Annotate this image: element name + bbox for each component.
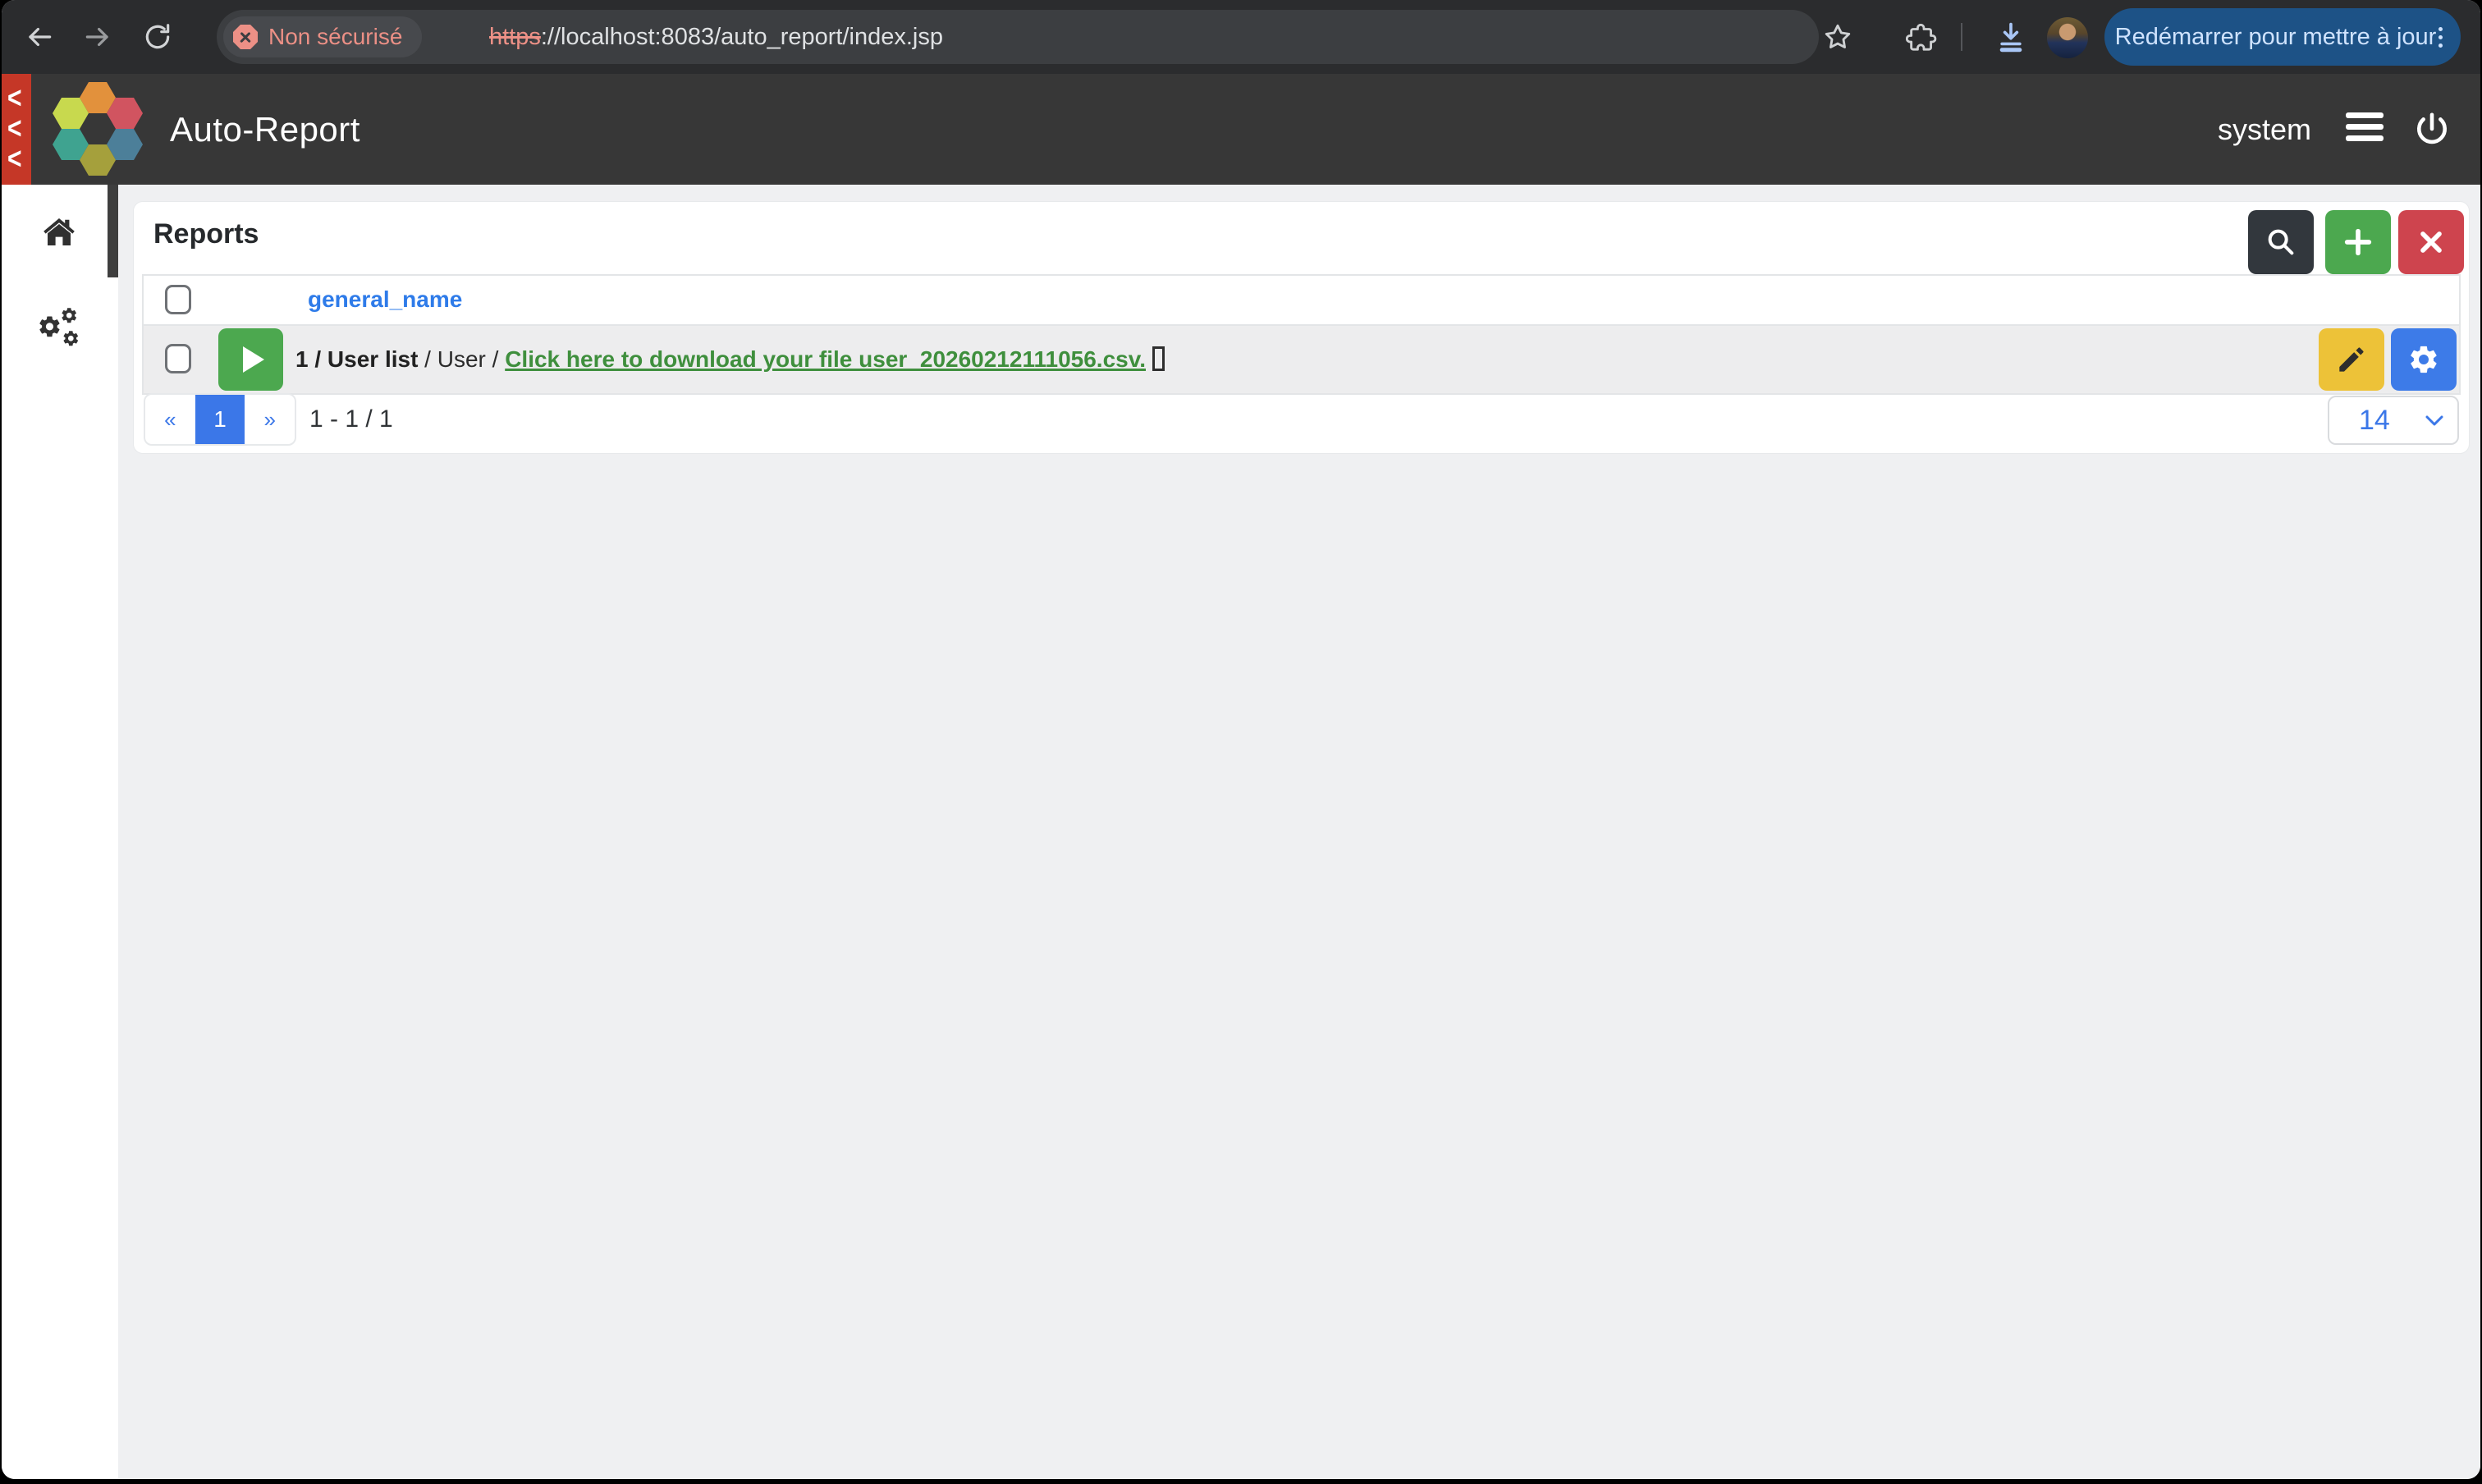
chevron-left-icon: < <box>7 80 22 115</box>
sidebar-item-settings-cogs[interactable] <box>36 306 82 349</box>
run-report-button[interactable] <box>218 328 283 391</box>
pencil-icon <box>2339 347 2364 372</box>
row-checkbox[interactable] <box>165 344 191 373</box>
extensions-puzzle-icon[interactable] <box>1906 21 1937 53</box>
chevron-left-icon: < <box>7 111 22 145</box>
downloads-icon[interactable] <box>1994 20 2028 54</box>
not-secure-icon <box>233 25 258 49</box>
gear-icon <box>2411 346 2437 373</box>
page-size-select[interactable]: 14 <box>2328 396 2459 445</box>
url-rest: ://localhost:8083/auto_report/index.jsp <box>540 24 943 50</box>
reload-icon[interactable] <box>142 21 173 53</box>
profile-avatar[interactable] <box>2047 17 2088 58</box>
play-icon <box>242 346 264 373</box>
url-text: https://localhost:8083/auto_report/index… <box>489 10 943 64</box>
url-scheme-strikethrough: https <box>489 24 541 50</box>
add-report-button[interactable] <box>2325 210 2391 274</box>
forward-icon[interactable] <box>82 21 113 53</box>
bookmark-star-icon[interactable] <box>1822 21 1853 53</box>
search-button[interactable] <box>2248 210 2314 274</box>
logged-in-user: system <box>2217 112 2311 146</box>
report-category: / User / <box>418 346 506 372</box>
app-title: Auto-Report <box>170 110 360 149</box>
toolbar-divider <box>1961 23 1962 51</box>
download-file-link[interactable]: Click here to download your file user_20… <box>505 346 1146 372</box>
relaunch-label: Redémarrer pour mettre à jour <box>2114 23 2437 50</box>
pagination-range-label: 1 - 1 / 1 <box>309 405 393 433</box>
browser-menu-kebab-icon[interactable] <box>2438 26 2443 48</box>
reports-panel: Reports general_name 1 / User list / Use… <box>133 201 2470 454</box>
page-title: Reports <box>153 218 259 250</box>
browser-toolbar: Non sécurisé https://localhost:8083/auto… <box>2 0 2480 74</box>
column-header-general-name[interactable]: general_name <box>308 276 462 323</box>
page-size-value: 14 <box>2359 405 2390 436</box>
address-bar[interactable]: Non sécurisé https://localhost:8083/auto… <box>217 10 1819 64</box>
edit-report-button[interactable] <box>2319 328 2384 391</box>
security-chip-label: Non sécurisé <box>268 24 403 49</box>
pagination-prev[interactable]: « <box>145 395 195 444</box>
table-header-row: general_name <box>144 276 2459 326</box>
sidebar-item-home[interactable] <box>39 213 79 252</box>
app-body: Reports general_name 1 / User list / Use… <box>2 185 2480 1479</box>
hamburger-menu-icon[interactable] <box>2346 112 2384 141</box>
relaunch-to-update-button[interactable]: Redémarrer pour mettre à jour <box>2104 8 2461 66</box>
browser-window: Non sécurisé https://localhost:8083/auto… <box>2 0 2480 1479</box>
main-content: Reports general_name 1 / User list / Use… <box>118 185 2480 1479</box>
pagination-page-1[interactable]: 1 <box>195 395 245 444</box>
missing-glyph-box <box>1152 346 1165 371</box>
delete-button[interactable] <box>2398 210 2464 274</box>
pagination-next[interactable]: » <box>245 395 295 444</box>
app-header: < < < Auto-Report system <box>2 74 2480 185</box>
sidebar <box>2 185 118 1479</box>
chevron-down-icon <box>2425 415 2443 426</box>
collapse-strip[interactable]: < < < <box>2 74 31 185</box>
report-settings-button[interactable] <box>2391 328 2457 391</box>
report-id-name: 1 / User list <box>295 346 419 372</box>
logout-power-icon[interactable] <box>2413 111 2451 149</box>
report-row-text: 1 / User list / User / Click here to dow… <box>295 326 1165 393</box>
security-chip[interactable]: Non sécurisé <box>223 16 423 57</box>
reports-table: general_name 1 / User list / User / Clic… <box>142 274 2461 395</box>
pagination: « 1 » <box>144 393 296 446</box>
select-all-checkbox[interactable] <box>165 285 191 314</box>
table-row: 1 / User list / User / Click here to dow… <box>144 326 2459 393</box>
app-logo <box>53 82 143 176</box>
back-icon[interactable] <box>24 21 55 53</box>
chevron-left-icon: < <box>7 141 22 176</box>
sidebar-scrollbar[interactable] <box>108 185 118 277</box>
